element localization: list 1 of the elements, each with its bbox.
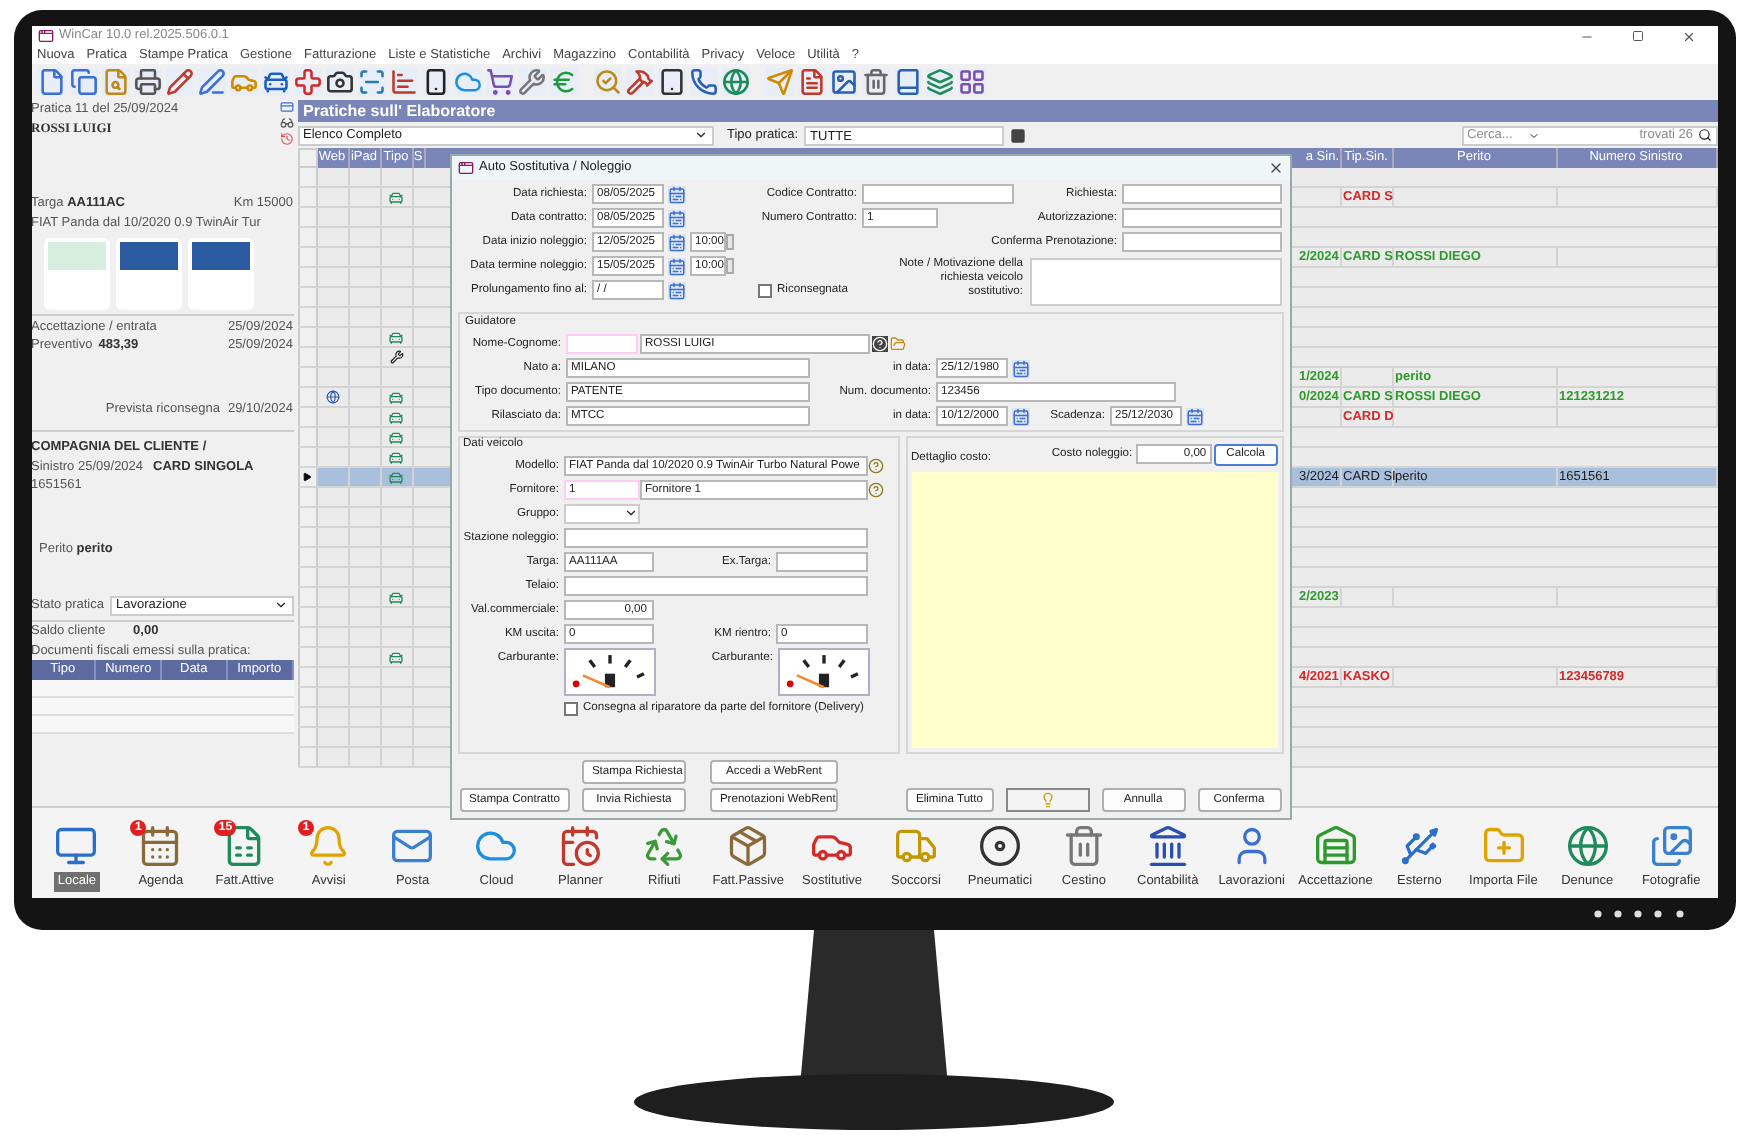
section-header: Pratiche sull' Elaboratore xyxy=(297,100,1717,122)
